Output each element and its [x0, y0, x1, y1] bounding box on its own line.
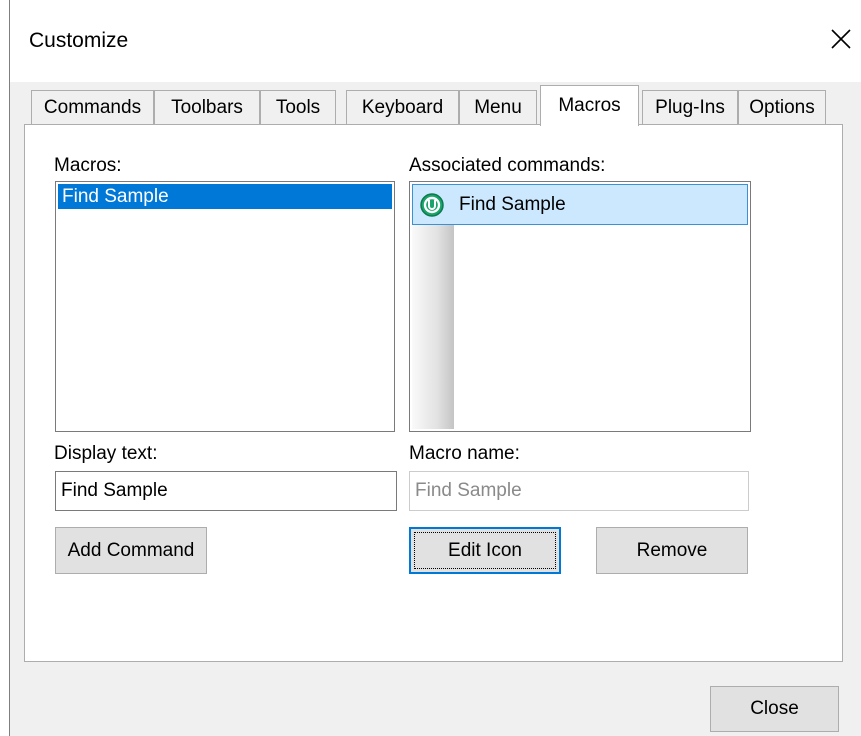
display-text-label: Display text: — [54, 443, 158, 464]
tab-commands[interactable]: Commands — [31, 90, 154, 124]
macro-name-field — [409, 471, 749, 511]
macros-label: Macros: — [54, 155, 122, 176]
icon-gutter — [412, 225, 454, 429]
associated-commands-listbox[interactable]: Find Sample — [409, 181, 751, 432]
macros-listbox[interactable]: Find Sample — [55, 181, 395, 432]
window-title: Customize — [29, 29, 129, 52]
focus-rect — [414, 532, 556, 569]
tab-menu[interactable]: Menu — [459, 90, 537, 124]
edit-icon-button[interactable]: Edit Icon — [409, 527, 561, 574]
tab-plug-ins[interactable]: Plug-Ins — [642, 90, 738, 124]
display-text-field[interactable] — [55, 471, 397, 511]
close-window-button[interactable] — [824, 22, 858, 56]
add-command-button[interactable]: Add Command — [55, 527, 207, 574]
associated-command-label: Find Sample — [459, 193, 566, 215]
list-item[interactable]: Find Sample — [412, 184, 748, 225]
macro-name-label: Macro name: — [409, 443, 520, 464]
list-item[interactable]: Find Sample — [58, 184, 392, 209]
remove-button[interactable]: Remove — [596, 527, 748, 574]
macro-u-icon — [420, 192, 444, 217]
close-button[interactable]: Close — [710, 686, 839, 732]
tab-keyboard[interactable]: Keyboard — [346, 90, 459, 124]
customize-dialog: Customize Commands Toolbars Tools Keyboa… — [9, 0, 861, 736]
tab-strip: Commands Toolbars Tools Keyboard Menu Ma… — [10, 85, 861, 126]
tab-macros[interactable]: Macros — [540, 85, 639, 126]
tab-options[interactable]: Options — [738, 90, 826, 124]
associated-commands-label: Associated commands: — [409, 155, 606, 176]
tab-tools[interactable]: Tools — [260, 90, 336, 124]
tab-toolbars[interactable]: Toolbars — [154, 90, 260, 124]
title-bar: Customize — [10, 0, 861, 82]
close-icon — [831, 29, 851, 49]
macros-panel: Macros: Find Sample Associated commands:… — [24, 124, 843, 662]
